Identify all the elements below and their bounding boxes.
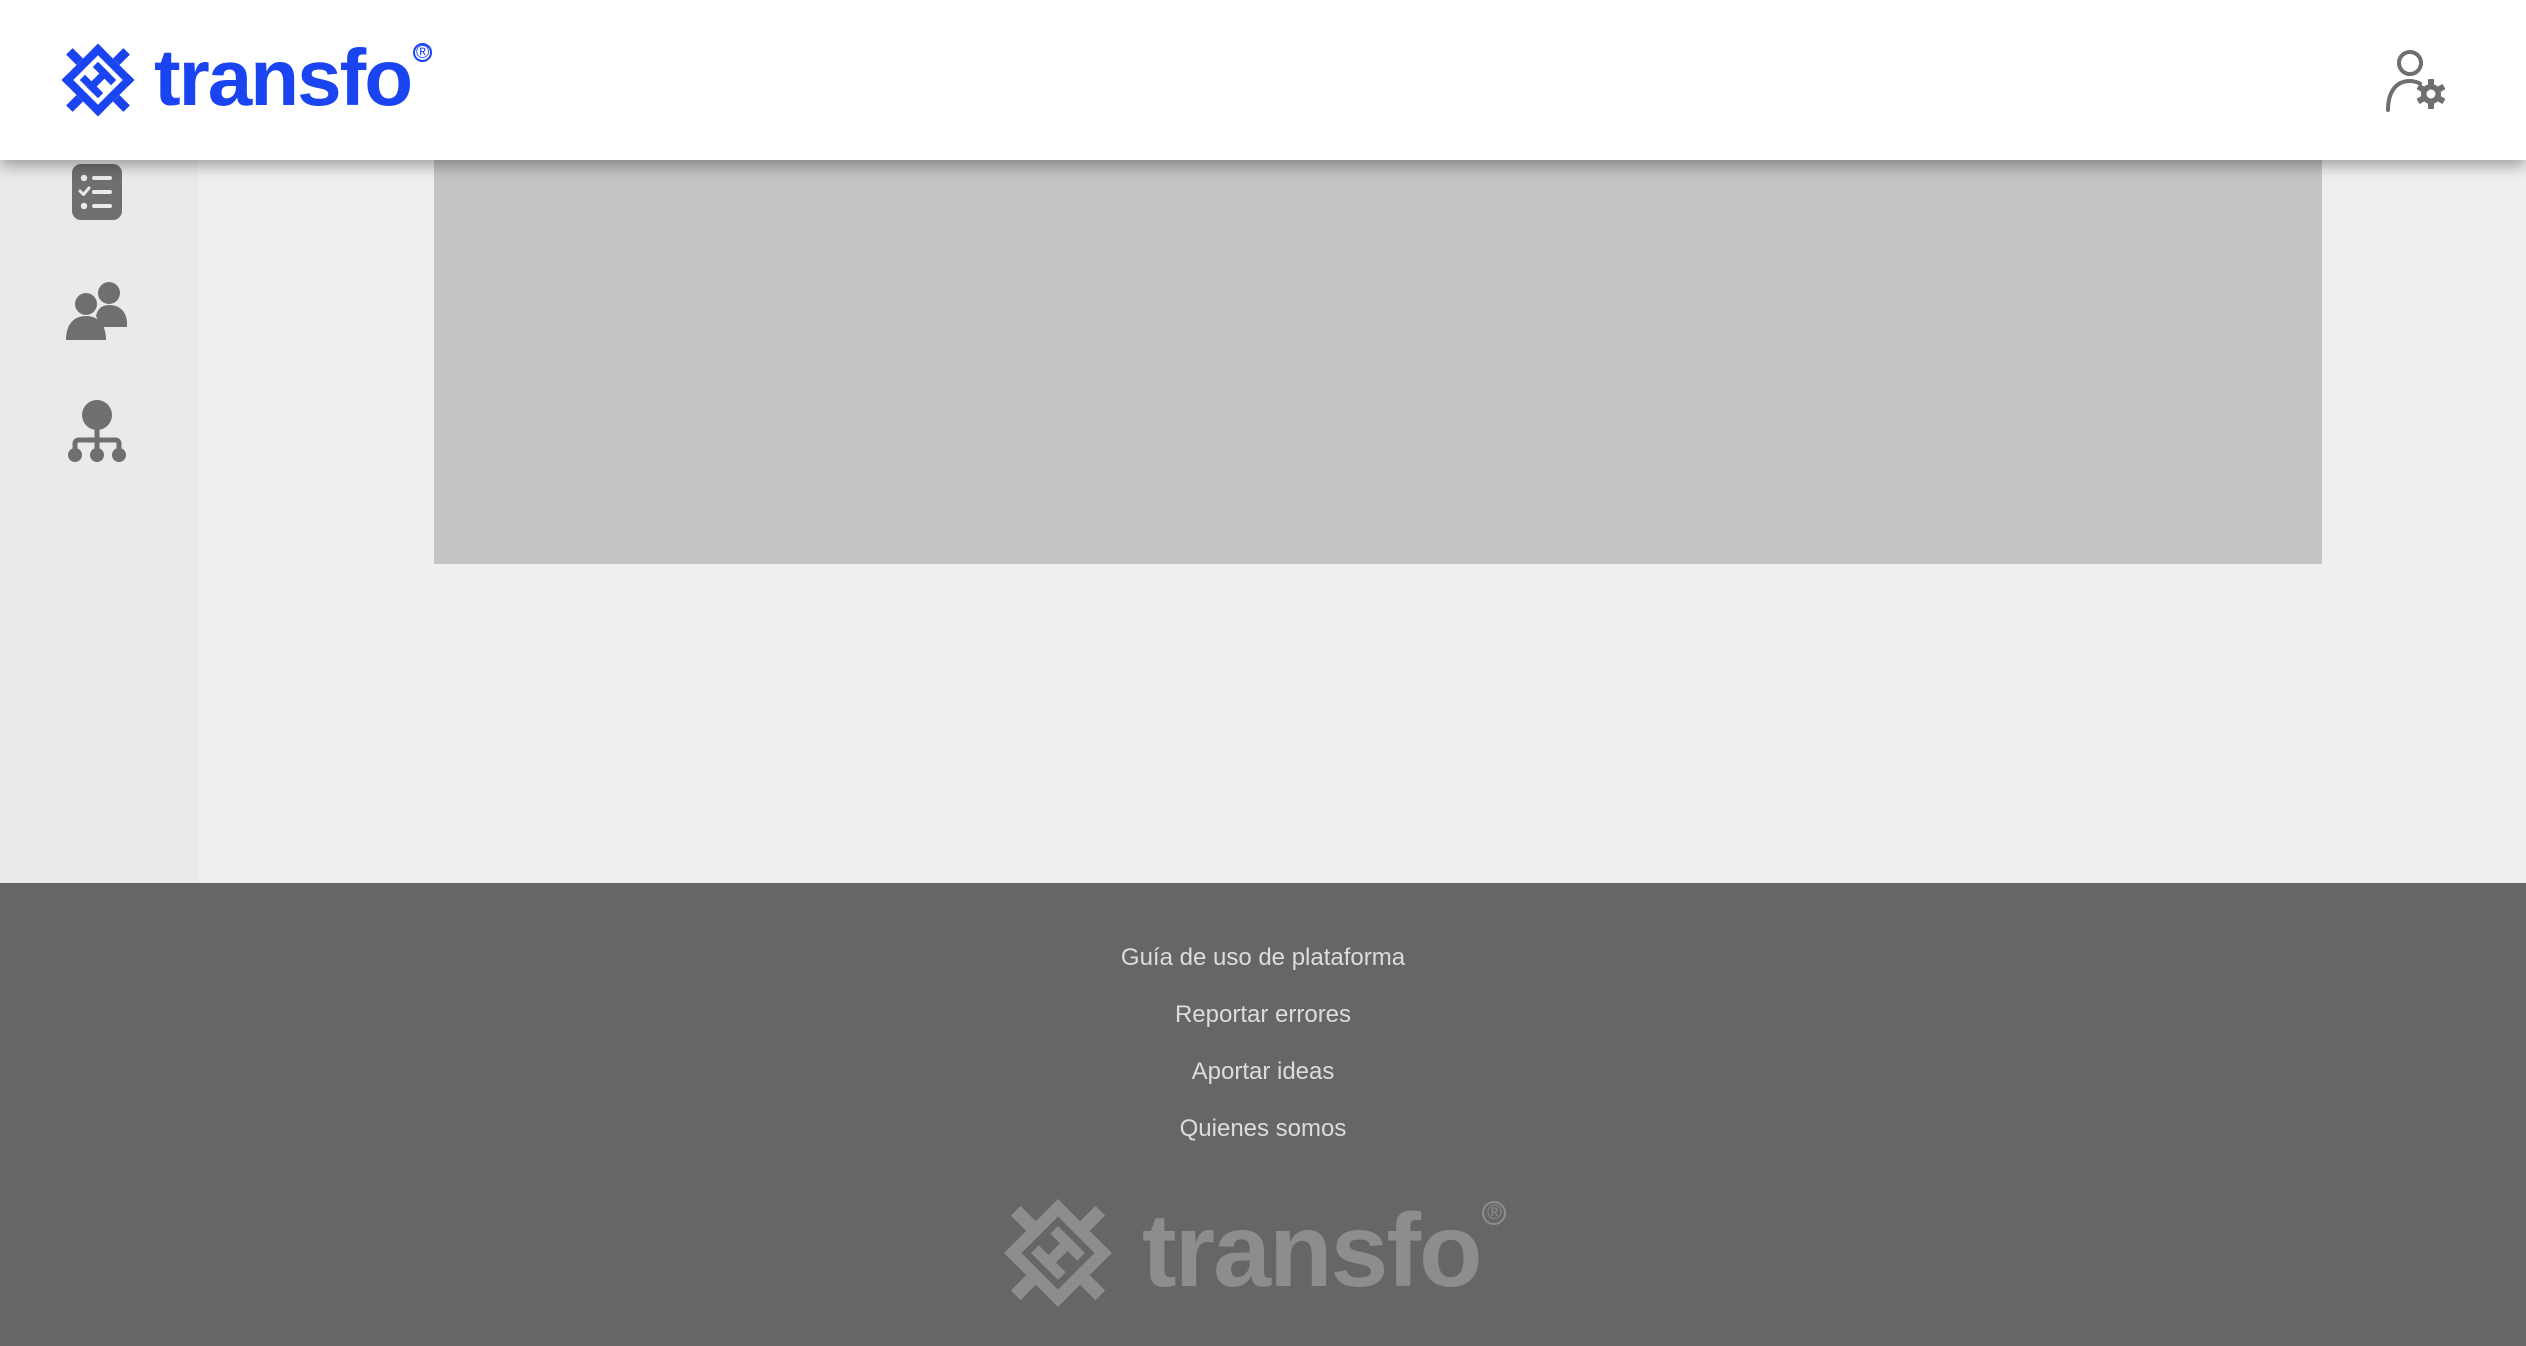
footer-link-contribute-ideas[interactable]: Aportar ideas	[0, 1057, 2526, 1114]
header: transfo ®	[0, 0, 2526, 160]
footer-link-about-us[interactable]: Quienes somos	[0, 1114, 2526, 1171]
user-settings-button[interactable]	[2384, 48, 2450, 114]
user-gear-icon	[2386, 50, 2446, 112]
registered-mark: ®	[413, 42, 433, 62]
brand-logo[interactable]: transfo ®	[52, 33, 433, 126]
footer-link-platform-guide[interactable]: Guía de uso de plataforma	[0, 943, 2526, 1000]
footer-brand-logo: transfo ®	[990, 1183, 1507, 1323]
transfo-logo-mark-icon	[61, 43, 135, 117]
footer-link-report-errors[interactable]: Reportar errores	[0, 1000, 2526, 1057]
checklist-icon	[72, 164, 122, 220]
footer: Guía de uso de plataforma Reportar error…	[0, 883, 2526, 1346]
sidebar-item-users[interactable]	[64, 278, 130, 344]
sidebar-item-checklist[interactable]	[64, 158, 130, 224]
transfo-logo-mark-icon	[1004, 1199, 1112, 1307]
sidebar-item-organization[interactable]	[64, 398, 130, 464]
footer-registered-mark: ®	[1482, 1201, 1507, 1225]
footer-links: Guía de uso de plataforma Reportar error…	[0, 943, 2526, 1171]
users-icon	[66, 282, 127, 340]
brand-wordmark: transfo	[154, 33, 413, 122]
footer-brand-wordmark: transfo	[1142, 1193, 1482, 1309]
content-placeholder-panel	[434, 150, 2322, 564]
org-chart-icon	[68, 400, 126, 462]
